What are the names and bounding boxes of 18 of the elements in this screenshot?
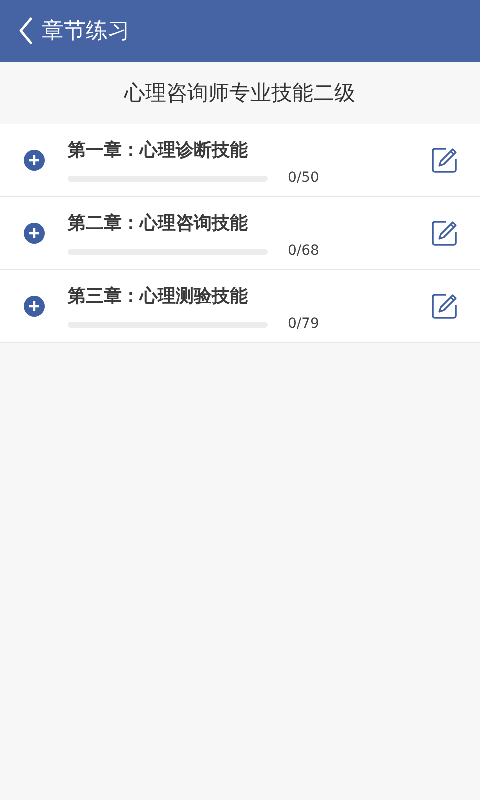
page-title: 章节练习 xyxy=(42,18,130,46)
edit-icon[interactable] xyxy=(432,293,458,319)
edit-icon[interactable] xyxy=(432,220,458,246)
plus-icon[interactable] xyxy=(24,296,45,316)
edit-icon[interactable] xyxy=(432,147,458,173)
subject-title: 心理咨询师专业技能二级 xyxy=(124,80,356,107)
chapter-row[interactable]: 第二章：心理咨询技能 0/68 xyxy=(0,197,480,270)
plus-icon[interactable] xyxy=(24,150,45,170)
chapter-title: 第一章：心理诊断技能 xyxy=(68,139,249,162)
progress-count: 0/68 xyxy=(288,243,320,259)
chapter-row[interactable]: 第三章：心理测验技能 0/79 xyxy=(0,270,480,343)
back-button[interactable] xyxy=(18,17,34,45)
chapter-title: 第二章：心理咨询技能 xyxy=(68,212,249,235)
progress-count: 0/79 xyxy=(288,316,320,332)
chapter-row[interactable]: 第一章：心理诊断技能 0/50 xyxy=(0,124,480,197)
progress-count: 0/50 xyxy=(288,170,320,186)
plus-icon[interactable] xyxy=(24,222,45,244)
chapter-title: 第三章：心理测验技能 xyxy=(68,285,249,308)
